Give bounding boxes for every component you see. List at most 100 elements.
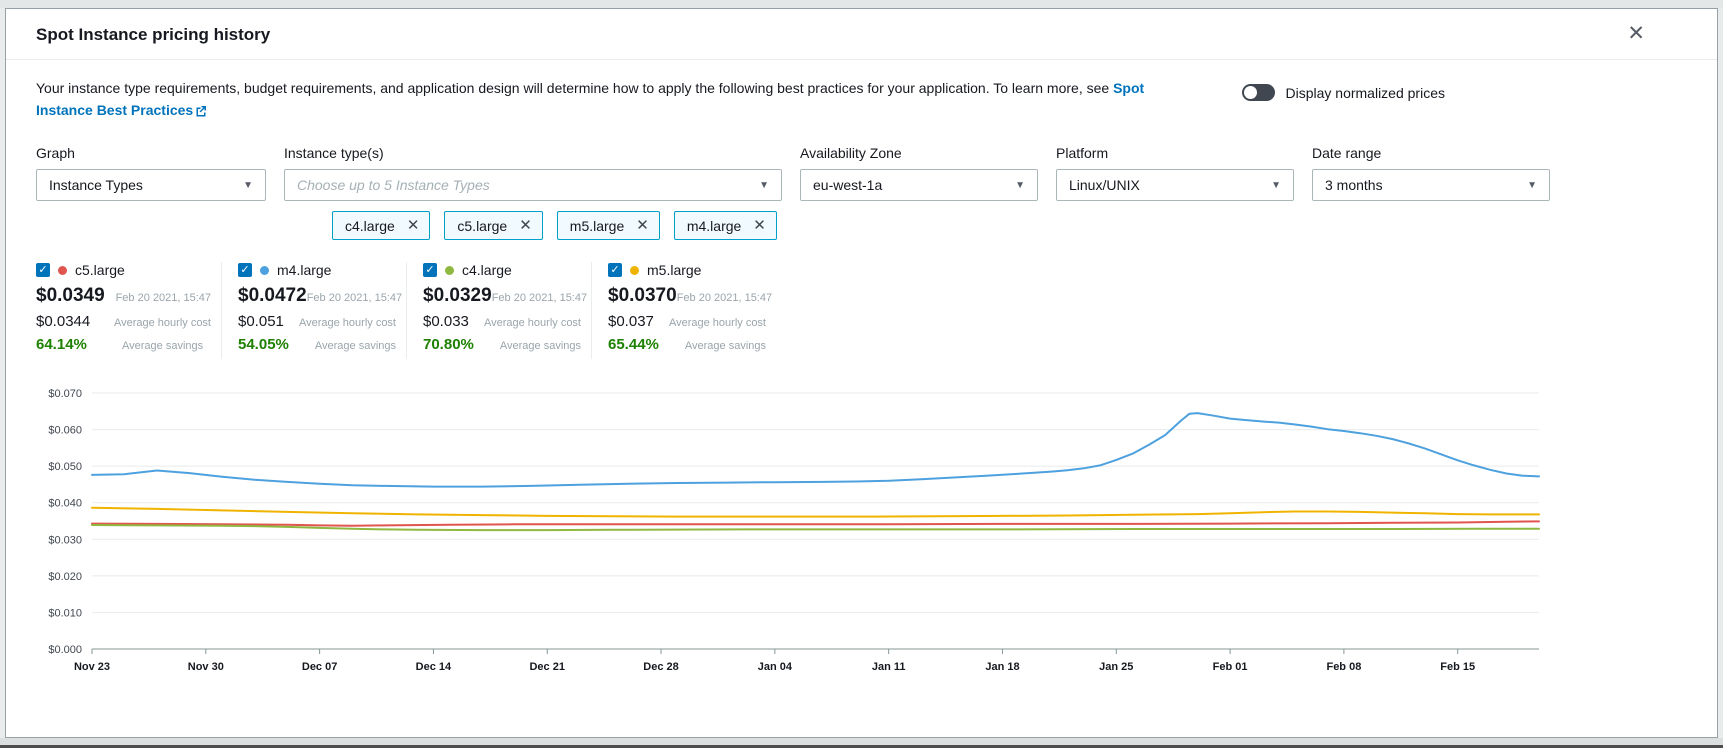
toggle-label: Display normalized prices	[1285, 85, 1445, 101]
normalized-prices-toggle-group: Display normalized prices	[1242, 78, 1445, 101]
display-normalized-prices-toggle[interactable]	[1242, 84, 1275, 101]
availability-zone-label: Availability Zone	[800, 145, 1038, 161]
price-timestamp: Feb 20 2021, 15:47	[307, 292, 402, 304]
tag-label: c4.large	[345, 218, 395, 234]
graph-label: Graph	[36, 145, 266, 161]
date-range-select[interactable]: 3 months ▼	[1312, 169, 1550, 201]
average-hourly-cost-label: Average hourly cost	[114, 317, 211, 329]
instance-types-field: Instance type(s) Choose up to 5 Instance…	[284, 145, 782, 201]
intro-row: Your instance type requirements, budget …	[6, 60, 1717, 125]
series-checkbox[interactable]: ✓	[608, 263, 622, 277]
instance-types-label: Instance type(s)	[284, 145, 782, 161]
series-name: c5.large	[75, 262, 125, 278]
spot-pricing-dialog: Spot Instance pricing history ✕ Your ins…	[5, 8, 1718, 738]
series-color-dot	[630, 266, 639, 275]
availability-zone-value: eu-west-1a	[813, 177, 882, 193]
average-hourly-cost: $0.0344	[36, 313, 114, 330]
svg-text:$0.070: $0.070	[48, 388, 82, 400]
average-savings: 64.14%	[36, 336, 122, 353]
svg-text:Nov 23: Nov 23	[74, 661, 110, 673]
svg-text:Jan 11: Jan 11	[872, 661, 906, 673]
graph-select-value: Instance Types	[49, 177, 143, 193]
chevron-down-icon: ▼	[759, 180, 769, 191]
platform-value: Linux/UNIX	[1069, 177, 1140, 193]
close-icon[interactable]: ✕	[1627, 23, 1645, 44]
price-timestamp: Feb 20 2021, 15:47	[492, 292, 587, 304]
average-hourly-cost: $0.033	[423, 313, 484, 330]
tag-label: c5.large	[457, 218, 507, 234]
series-color-dot	[58, 266, 67, 275]
chevron-down-icon: ▼	[1271, 180, 1281, 191]
svg-text:$0.010: $0.010	[48, 608, 82, 620]
current-price: $0.0472	[238, 285, 307, 307]
graph-select[interactable]: Instance Types ▼	[36, 169, 266, 201]
availability-zone-field: Availability Zone eu-west-1a ▼	[800, 145, 1038, 201]
svg-text:$0.040: $0.040	[48, 498, 82, 510]
date-range-field: Date range 3 months ▼	[1312, 145, 1550, 201]
legend-card: ✓ m5.large $0.0370 Feb 20 2021, 15:47 $0…	[591, 262, 776, 359]
price-timestamp: Feb 20 2021, 15:47	[116, 292, 211, 304]
svg-text:Jan 04: Jan 04	[758, 661, 793, 673]
platform-field: Platform Linux/UNIX ▼	[1056, 145, 1294, 201]
series-line-m5.large	[92, 508, 1539, 517]
average-savings-label: Average savings	[685, 340, 766, 352]
graph-field: Graph Instance Types ▼	[36, 145, 266, 201]
legend-card: ✓ m4.large $0.0472 Feb 20 2021, 15:47 $0…	[221, 262, 406, 359]
price-history-chart: $0.000$0.010$0.020$0.030$0.040$0.050$0.0…	[6, 359, 1717, 677]
date-range-value: 3 months	[1325, 177, 1383, 193]
instance-type-tag: c4.large ✕	[332, 211, 430, 240]
svg-text:Dec 14: Dec 14	[416, 661, 452, 673]
chevron-down-icon: ▼	[243, 180, 253, 191]
average-savings: 70.80%	[423, 336, 500, 353]
series-line-m4.large	[92, 413, 1539, 487]
series-color-dot	[445, 266, 454, 275]
external-link-icon	[195, 105, 207, 117]
svg-text:Feb 15: Feb 15	[1440, 661, 1475, 673]
svg-text:Feb 01: Feb 01	[1213, 661, 1248, 673]
average-hourly-cost: $0.037	[608, 313, 669, 330]
average-savings-label: Average savings	[315, 340, 396, 352]
series-color-dot	[260, 266, 269, 275]
page-title: Spot Instance pricing history	[36, 25, 270, 44]
instance-types-placeholder: Choose up to 5 Instance Types	[297, 177, 490, 193]
svg-text:$0.030: $0.030	[48, 535, 82, 547]
current-price: $0.0329	[423, 285, 492, 307]
instance-type-tag: m4.large ✕	[674, 211, 777, 240]
svg-text:Jan 25: Jan 25	[1099, 661, 1133, 673]
instance-type-tag: m5.large ✕	[557, 211, 660, 240]
svg-text:$0.060: $0.060	[48, 425, 82, 437]
platform-select[interactable]: Linux/UNIX ▼	[1056, 169, 1294, 201]
intro-text-body: Your instance type requirements, budget …	[36, 80, 1113, 96]
toggle-knob	[1244, 86, 1257, 99]
chevron-down-icon: ▼	[1015, 180, 1025, 191]
current-price: $0.0349	[36, 285, 116, 307]
series-checkbox[interactable]: ✓	[238, 263, 252, 277]
tag-remove-icon[interactable]: ✕	[636, 218, 649, 233]
legend-card: ✓ c5.large $0.0349 Feb 20 2021, 15:47 $0…	[36, 262, 221, 359]
availability-zone-select[interactable]: eu-west-1a ▼	[800, 169, 1038, 201]
series-name: m4.large	[277, 262, 331, 278]
instance-type-tags: c4.large ✕ c5.large ✕ m5.large ✕ m4.large ✕	[6, 201, 1717, 240]
tag-remove-icon[interactable]: ✕	[407, 218, 420, 233]
svg-text:Dec 21: Dec 21	[529, 661, 564, 673]
tag-remove-icon[interactable]: ✕	[753, 218, 766, 233]
tag-label: m5.large	[570, 218, 624, 234]
tag-label: m4.large	[687, 218, 741, 234]
page-background-strip	[0, 0, 1723, 8]
series-name: m5.large	[647, 262, 701, 278]
instance-types-input[interactable]: Choose up to 5 Instance Types ▼	[284, 169, 782, 201]
average-hourly-cost: $0.051	[238, 313, 299, 330]
page-background-strip-bottom	[0, 738, 1723, 748]
series-line-c5.large	[92, 522, 1539, 526]
average-savings-label: Average savings	[500, 340, 581, 352]
series-checkbox[interactable]: ✓	[36, 263, 50, 277]
current-price: $0.0370	[608, 285, 677, 307]
svg-text:Feb 08: Feb 08	[1326, 661, 1361, 673]
svg-text:Nov 30: Nov 30	[188, 661, 224, 673]
tag-remove-icon[interactable]: ✕	[519, 218, 532, 233]
intro-text: Your instance type requirements, budget …	[36, 78, 1176, 121]
date-range-label: Date range	[1312, 145, 1550, 161]
series-checkbox[interactable]: ✓	[423, 263, 437, 277]
average-savings-label: Average savings	[122, 340, 203, 352]
price-chart-svg: $0.000$0.010$0.020$0.030$0.040$0.050$0.0…	[34, 377, 1634, 677]
